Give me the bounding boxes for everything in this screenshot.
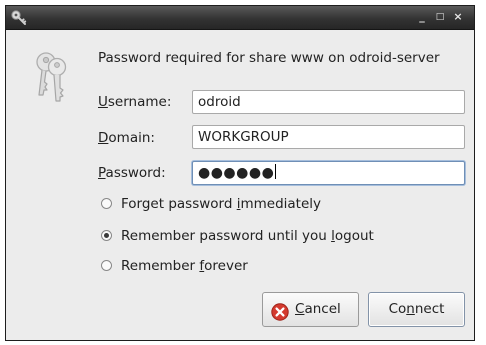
connect-text: nect [414,301,445,317]
radio-forget-immediately-label: Forget password immediately [121,195,321,213]
option-text: mmediately [240,196,322,212]
connect-text: Co [388,301,407,317]
option-text: orever [204,258,248,274]
option-text: Remember [121,258,200,274]
radio-remember-forever-label: Remember forever [121,257,248,275]
password-dialog: _ □ × Password required for share www on… [5,5,475,341]
radio-button-checked[interactable] [101,230,112,241]
option-text: Remember password until you [121,228,332,244]
password-masked-value: ●●●●●● [198,165,275,181]
cancel-icon [271,301,289,321]
option-text: Forget password [121,196,237,212]
domain-label-text: omain: [108,130,155,146]
minimize-button[interactable]: _ [414,7,430,27]
password-label-text: assword: [105,165,166,181]
domain-input[interactable]: WORKGROUP [192,125,465,149]
maximize-button[interactable]: □ [432,7,448,27]
key-icon [10,9,27,26]
text-caret [275,164,277,179]
password-input[interactable]: ●●●●●● [192,161,465,185]
password-label: Password: [98,165,166,181]
dialog-message: Password required for share www on odroi… [98,50,440,66]
password-label-mnemonic: P [98,165,106,181]
cancel-button-label: Cancel [295,293,341,326]
option-text: ogout [334,228,374,244]
radio-button-unchecked[interactable] [101,198,112,209]
close-button[interactable]: × [450,7,466,27]
connect-button[interactable]: Connect [368,292,465,327]
radio-remember-until-logout-label: Remember password until you logout [121,227,374,245]
domain-value: WORKGROUP [198,129,289,145]
title-bar[interactable]: _ □ × [6,6,474,30]
connect-mnemonic: n [406,301,415,317]
domain-label: Domain: [98,130,155,146]
username-value: odroid [198,94,241,110]
username-label-text: sername: [107,94,172,110]
radio-button-unchecked[interactable] [101,260,112,271]
domain-label-mnemonic: D [98,130,109,146]
username-input[interactable]: odroid [192,90,465,114]
cancel-text: ancel [304,301,341,317]
keys-icon [29,49,73,105]
cancel-button[interactable]: Cancel [262,292,359,327]
username-label-mnemonic: U [98,94,108,110]
username-label: Username: [98,94,171,110]
